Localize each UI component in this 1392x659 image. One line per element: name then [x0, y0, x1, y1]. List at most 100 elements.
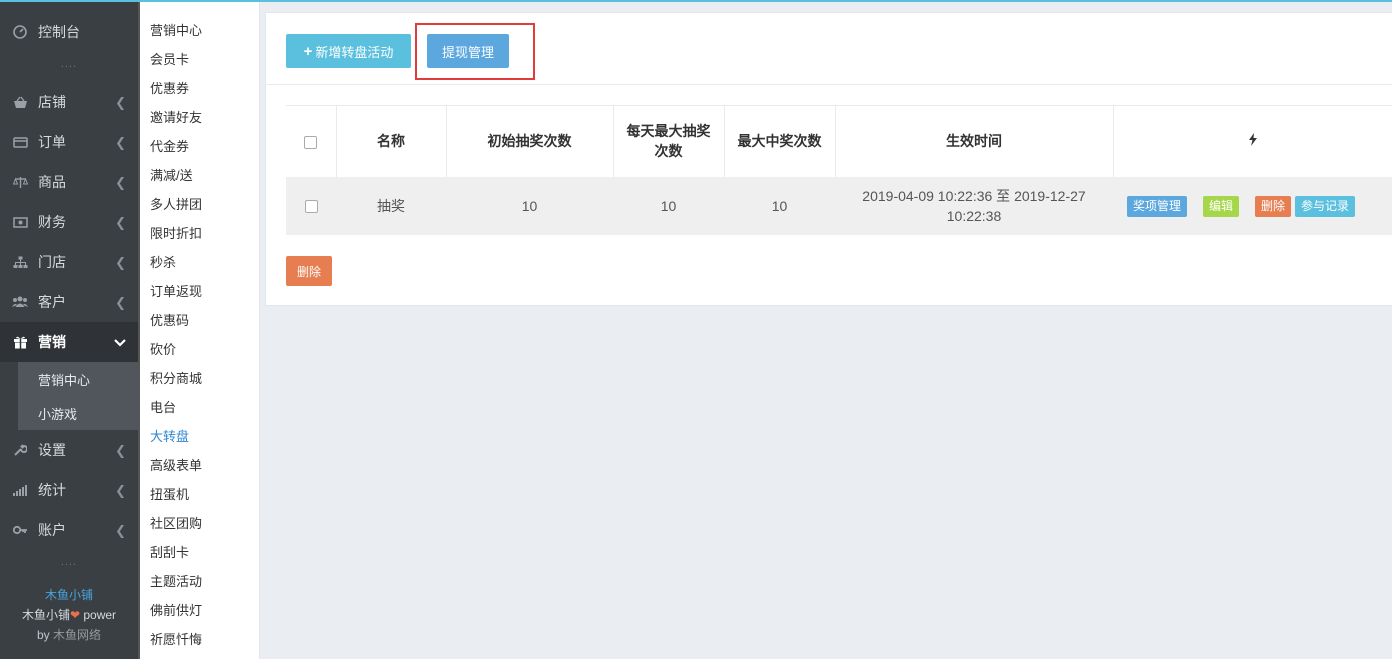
key-icon [12, 522, 28, 538]
sidebar-item-label: 财务 [38, 214, 66, 230]
sub-sidebar-item[interactable]: 社区团购 [150, 513, 202, 532]
marketing-subnav: 营销中心 小游戏 [18, 362, 138, 430]
sidebar-item-settings[interactable]: 设置 ❮ [0, 430, 138, 470]
sidebar-item-label: 设置 [38, 442, 66, 458]
sidebar-item-label: 账户 [38, 522, 66, 538]
add-wheel-activity-label: 新增转盘活动 [315, 44, 394, 60]
table-row: 抽奖 10 10 10 2019-04-09 10:22:36 至 2019-1… [286, 176, 1392, 235]
shop-basket-icon [12, 94, 28, 110]
sub-sidebar-item[interactable]: 优惠码 [150, 310, 189, 329]
sub-sidebar-item[interactable]: 秒杀 [150, 252, 176, 271]
dashboard-icon [12, 24, 28, 40]
table-header-row: 名称 初始抽奖次数 每天最大抽奖次数 最大中奖次数 生效时间 [286, 105, 1392, 177]
sub-sidebar-item[interactable]: 砍价 [150, 339, 176, 358]
chevron-left-icon: ❮ [115, 443, 126, 458]
content-panel: + 新增转盘活动 提现管理 名称 初始抽奖次数 每天最大抽奖次数 最大中奖次数 … [265, 12, 1392, 306]
sidebar-item-label: 控制台 [38, 24, 80, 40]
sub-sidebar-item[interactable]: 营销中心 [150, 20, 202, 39]
add-wheel-activity-button[interactable]: + 新增转盘活动 [286, 34, 411, 68]
bulk-delete-button[interactable]: 删除 [286, 256, 332, 286]
order-icon [12, 134, 28, 150]
sidebar-footer: 木鱼小铺 木鱼小铺❤ power by 木鱼网络 [0, 585, 138, 645]
sub-sidebar-item[interactable]: 刮刮卡 [150, 542, 189, 561]
footer-shop-name: 木鱼小铺 [21, 608, 70, 622]
sub-sidebar-item-current[interactable]: 大转盘 [150, 426, 189, 445]
select-all-header [286, 105, 336, 177]
sidebar-item-label: 订单 [38, 134, 66, 150]
header-max-wins: 最大中奖次数 [723, 105, 835, 177]
sub-sidebar-item[interactable]: 扭蛋机 [150, 484, 189, 503]
sidebar-item-stats[interactable]: 统计 ❮ [0, 470, 138, 510]
cell-initial-draws: 10 [446, 176, 613, 235]
sidebar-item-marketing[interactable]: 营销 [0, 322, 138, 362]
footer-power-line: 木鱼小铺❤ power [0, 605, 138, 625]
footer-company-link[interactable]: 木鱼网络 [53, 628, 101, 642]
top-accent-line [0, 0, 1392, 2]
cell-max-wins: 10 [724, 176, 835, 235]
header-name: 名称 [335, 105, 446, 177]
footer-by-text: by [36, 628, 53, 642]
sidebar-dots: .... [60, 58, 78, 70]
cell-name: 抽奖 [336, 176, 446, 235]
wrench-icon [12, 442, 28, 458]
chevron-left-icon: ❮ [115, 295, 126, 310]
chevron-left-icon: ❮ [115, 483, 126, 498]
chevron-down-icon [114, 335, 126, 350]
sidebar-item-account[interactable]: 账户 ❮ [0, 510, 138, 550]
gift-icon [12, 334, 28, 350]
sidebar-item-order[interactable]: 订单 ❮ [0, 122, 138, 162]
sidebar-item-shop[interactable]: 店铺 ❮ [0, 82, 138, 122]
sub-sidebar-item[interactable]: 优惠券 [150, 78, 189, 97]
sidebar-item-goods[interactable]: 商品 ❮ [0, 162, 138, 202]
row-checkbox[interactable] [304, 200, 318, 214]
sidebar-item-customer[interactable]: 客户 ❮ [0, 282, 138, 322]
prize-management-button[interactable]: 奖项管理 [1127, 195, 1188, 217]
sub-sidebar-item[interactable]: 佛前供灯 [150, 600, 202, 619]
sidebar-item-label: 客户 [38, 294, 66, 310]
signal-icon [12, 482, 28, 498]
sidebar-item-label: 店铺 [38, 94, 66, 110]
sitemap-icon [12, 254, 28, 270]
activity-table: 名称 初始抽奖次数 每天最大抽奖次数 最大中奖次数 生效时间 抽奖 10 10 … [286, 105, 1392, 235]
marketing-sub-sidebar: 营销中心 会员卡 优惠券 邀请好友 代金券 满减/送 多人拼团 限时折扣 秒杀 … [140, 2, 260, 659]
sidebar-dots: .... [60, 556, 78, 568]
participation-log-button[interactable]: 参与记录 [1295, 195, 1356, 217]
sub-sidebar-item[interactable]: 积分商城 [150, 368, 202, 387]
edit-button[interactable]: 编辑 [1203, 195, 1240, 217]
scale-icon [12, 174, 28, 190]
header-daily-max-draws: 每天最大抽奖次数 [612, 105, 724, 177]
chevron-left-icon: ❮ [115, 95, 126, 110]
sidebar-item-store[interactable]: 门店 ❮ [0, 242, 138, 282]
sidebar-item-label: 营销 [38, 334, 66, 350]
users-icon [12, 294, 28, 310]
footer-by-line: by 木鱼网络 [0, 625, 138, 645]
subnav-item-marketing-center[interactable]: 营销中心 [18, 362, 138, 396]
sub-sidebar-item[interactable]: 满减/送 [150, 165, 193, 184]
footer-power-text: power [80, 608, 117, 622]
cell-daily-max-draws: 10 [613, 176, 724, 235]
cell-operations: 奖项管理 编辑 删除 参与记录 [1113, 176, 1392, 235]
sidebar-item-finance[interactable]: 财务 ❮ [0, 202, 138, 242]
withdraw-management-button[interactable]: 提现管理 [427, 34, 509, 68]
sub-sidebar-item[interactable]: 祈愿忏悔 [150, 629, 202, 648]
chevron-left-icon: ❮ [115, 523, 126, 538]
sub-sidebar-item[interactable]: 多人拼团 [150, 194, 202, 213]
chevron-left-icon: ❮ [115, 255, 126, 270]
sub-sidebar-item[interactable]: 限时折扣 [150, 223, 202, 242]
sub-sidebar-item[interactable]: 会员卡 [150, 49, 189, 68]
sub-sidebar-item[interactable]: 电台 [150, 397, 176, 416]
cell-effective-time: 2019-04-09 10:22:36 至 2019-12-27 10:22:3… [835, 176, 1113, 235]
sidebar-item-dashboard[interactable]: 控制台 [0, 12, 138, 52]
select-all-checkbox[interactable] [304, 136, 318, 150]
sub-sidebar-item[interactable]: 主题活动 [150, 571, 202, 590]
sub-sidebar-item[interactable]: 邀请好友 [150, 107, 202, 126]
header-effective-time: 生效时间 [834, 105, 1113, 177]
header-initial-draws: 初始抽奖次数 [445, 105, 613, 177]
sub-sidebar-item[interactable]: 高级表单 [150, 455, 202, 474]
chevron-left-icon: ❮ [115, 135, 126, 150]
sub-sidebar-item[interactable]: 订单返现 [150, 281, 202, 300]
toolbar: + 新增转盘活动 提现管理 [266, 13, 1392, 85]
delete-button[interactable]: 删除 [1255, 195, 1292, 217]
sub-sidebar-item[interactable]: 代金券 [150, 136, 189, 155]
subnav-item-mini-games[interactable]: 小游戏 [18, 396, 138, 430]
